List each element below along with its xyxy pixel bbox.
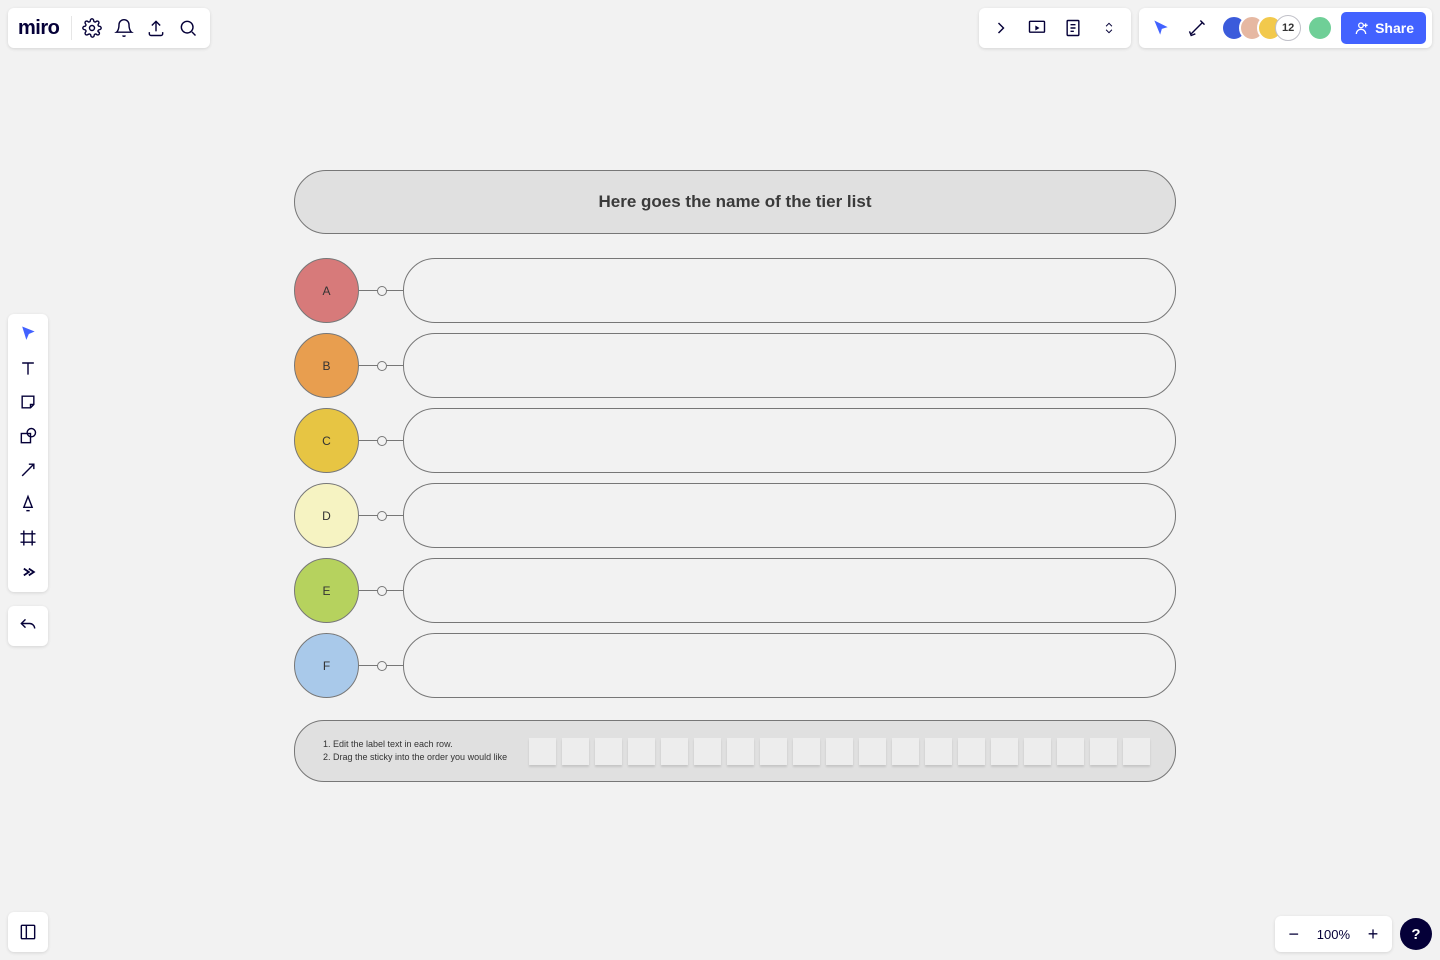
instructions-text: Edit the label text in each row.Drag the… bbox=[319, 738, 507, 763]
tier-label-circle[interactable]: A bbox=[294, 258, 359, 323]
tier-slot[interactable] bbox=[403, 408, 1176, 473]
tier-list-title[interactable]: Here goes the name of the tier list bbox=[294, 170, 1176, 234]
tier-slot[interactable] bbox=[403, 633, 1176, 698]
top-left-toolbar: miro bbox=[8, 8, 210, 48]
divider bbox=[71, 16, 72, 40]
frames-panel-toggle[interactable] bbox=[8, 912, 48, 952]
tier-connector bbox=[359, 290, 403, 291]
sticky-note[interactable] bbox=[793, 738, 820, 765]
help-button[interactable]: ? bbox=[1400, 918, 1432, 950]
share-label: Share bbox=[1375, 20, 1414, 36]
sticky-note[interactable] bbox=[661, 738, 688, 765]
sticky-note[interactable] bbox=[562, 738, 589, 765]
text-tool-icon[interactable] bbox=[12, 352, 44, 384]
sticky-note[interactable] bbox=[892, 738, 919, 765]
tier-label-circle[interactable]: C bbox=[294, 408, 359, 473]
more-tools-icon[interactable] bbox=[12, 556, 44, 588]
present-icon[interactable] bbox=[1021, 12, 1053, 44]
reactions-icon[interactable] bbox=[1181, 12, 1213, 44]
miro-logo[interactable]: miro bbox=[14, 17, 67, 40]
tier-list-footer[interactable]: Edit the label text in each row.Drag the… bbox=[294, 720, 1176, 782]
bottom-right-panel: − 100% + ? bbox=[1275, 916, 1432, 952]
tier-connector bbox=[359, 665, 403, 666]
tier-list-frame[interactable]: Here goes the name of the tier list ABCD… bbox=[294, 170, 1176, 782]
sticky-note[interactable] bbox=[760, 738, 787, 765]
sticky-note[interactable] bbox=[859, 738, 886, 765]
tier-connector bbox=[359, 365, 403, 366]
sticky-note[interactable] bbox=[1024, 738, 1051, 765]
tier-connector bbox=[359, 515, 403, 516]
tier-row[interactable]: B bbox=[294, 333, 1176, 398]
shape-tool-icon[interactable] bbox=[12, 420, 44, 452]
sticky-note[interactable] bbox=[628, 738, 655, 765]
zoom-out-button[interactable]: − bbox=[1281, 921, 1307, 947]
tier-slot[interactable] bbox=[403, 483, 1176, 548]
tier-row[interactable]: F bbox=[294, 633, 1176, 698]
tier-row[interactable]: A bbox=[294, 258, 1176, 323]
zoom-in-button[interactable]: + bbox=[1360, 921, 1386, 947]
tier-connector bbox=[359, 440, 403, 441]
instruction-item: Edit the label text in each row. bbox=[333, 738, 507, 751]
tier-slot[interactable] bbox=[403, 258, 1176, 323]
sticky-note[interactable] bbox=[595, 738, 622, 765]
tier-label-circle[interactable]: B bbox=[294, 333, 359, 398]
cursor-icon[interactable] bbox=[1145, 12, 1177, 44]
tier-label-circle[interactable]: F bbox=[294, 633, 359, 698]
expand-icon[interactable] bbox=[985, 12, 1017, 44]
left-toolbar bbox=[8, 314, 48, 592]
tier-slot[interactable] bbox=[403, 558, 1176, 623]
sticky-pool bbox=[529, 738, 1150, 765]
undo-panel bbox=[8, 606, 48, 646]
tier-label-circle[interactable]: E bbox=[294, 558, 359, 623]
sticky-note[interactable] bbox=[529, 738, 556, 765]
bell-icon[interactable] bbox=[108, 12, 140, 44]
sticky-note[interactable] bbox=[727, 738, 754, 765]
tier-list-title-text: Here goes the name of the tier list bbox=[598, 192, 871, 212]
tier-slot[interactable] bbox=[403, 333, 1176, 398]
sticky-note[interactable] bbox=[925, 738, 952, 765]
notes-icon[interactable] bbox=[1057, 12, 1089, 44]
avatar-self[interactable] bbox=[1307, 15, 1333, 41]
tier-label-circle[interactable]: D bbox=[294, 483, 359, 548]
sticky-note[interactable] bbox=[826, 738, 853, 765]
sticky-note[interactable] bbox=[694, 738, 721, 765]
collab-panel: 12 Share bbox=[1139, 8, 1432, 48]
collaborator-avatars[interactable]: 12 bbox=[1217, 15, 1333, 41]
select-tool-icon[interactable] bbox=[12, 318, 44, 350]
tier-row[interactable]: E bbox=[294, 558, 1176, 623]
sticky-note[interactable] bbox=[1123, 738, 1150, 765]
sticky-tool-icon[interactable] bbox=[12, 386, 44, 418]
undo-icon[interactable] bbox=[12, 610, 44, 642]
tier-connector bbox=[359, 590, 403, 591]
chevron-updown-icon[interactable] bbox=[1093, 12, 1125, 44]
instruction-item: Drag the sticky into the order you would… bbox=[333, 751, 507, 764]
share-button[interactable]: Share bbox=[1341, 12, 1426, 44]
sticky-note[interactable] bbox=[958, 738, 985, 765]
zoom-control: − 100% + bbox=[1275, 916, 1392, 952]
tier-row[interactable]: D bbox=[294, 483, 1176, 548]
arrow-tool-icon[interactable] bbox=[12, 454, 44, 486]
presentation-panel bbox=[979, 8, 1131, 48]
search-icon[interactable] bbox=[172, 12, 204, 44]
tier-row[interactable]: C bbox=[294, 408, 1176, 473]
avatar-overflow-count[interactable]: 12 bbox=[1275, 15, 1301, 41]
pen-tool-icon[interactable] bbox=[12, 488, 44, 520]
sticky-note[interactable] bbox=[991, 738, 1018, 765]
top-right-cluster: 12 Share bbox=[979, 8, 1432, 48]
settings-icon[interactable] bbox=[76, 12, 108, 44]
zoom-level[interactable]: 100% bbox=[1311, 927, 1356, 942]
export-icon[interactable] bbox=[140, 12, 172, 44]
sticky-note[interactable] bbox=[1090, 738, 1117, 765]
frame-tool-icon[interactable] bbox=[12, 522, 44, 554]
sticky-note[interactable] bbox=[1057, 738, 1084, 765]
